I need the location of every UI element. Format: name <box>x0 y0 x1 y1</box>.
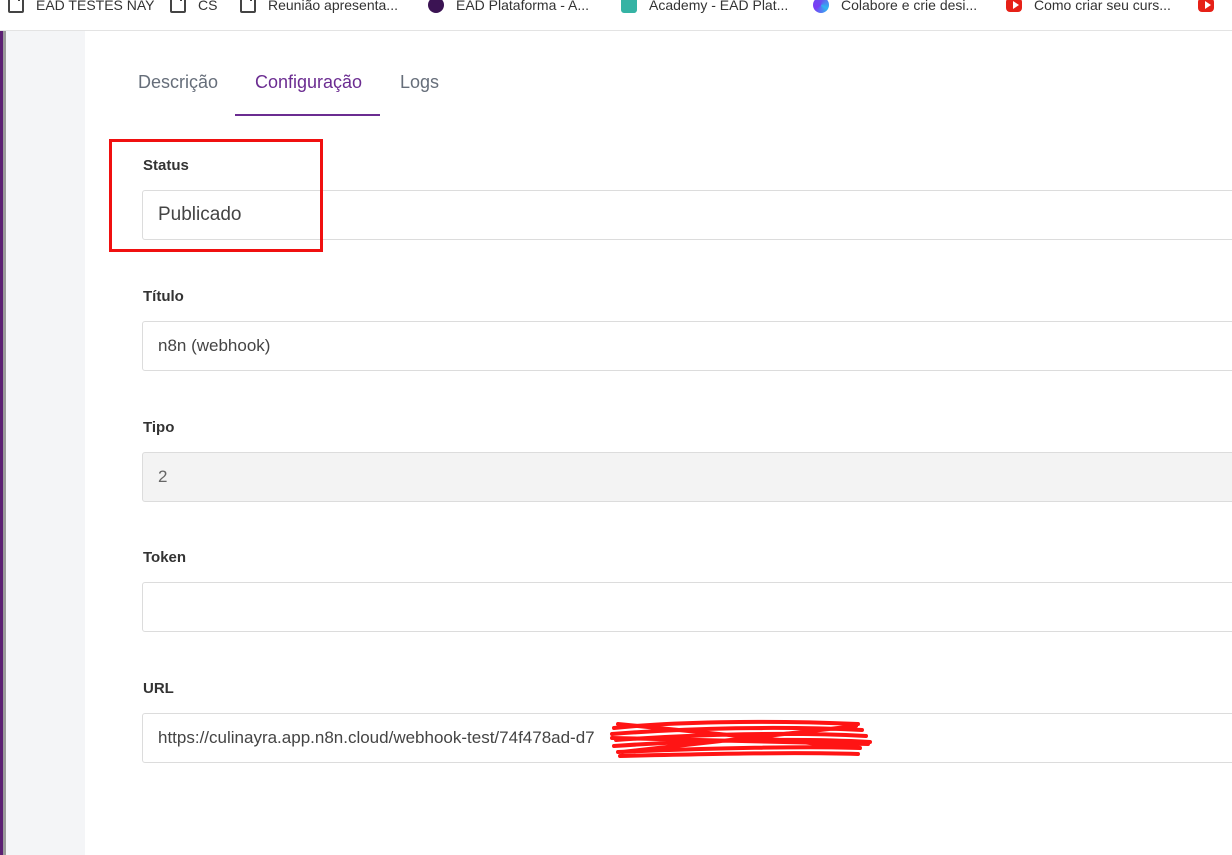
bookmark-label: CS <box>198 0 218 13</box>
title-input[interactable]: n8n (webhook) <box>142 321 1232 371</box>
bookmark-ead-plataforma[interactable]: EAD Plataforma - A... <box>428 0 589 16</box>
youtube-icon <box>1006 0 1022 12</box>
sidebar <box>6 31 85 855</box>
scribble-stroke <box>610 719 872 758</box>
folder-icon <box>8 0 24 13</box>
bookmark-label: EAD TESTES NAY <box>36 0 155 13</box>
status-highlight-annotation <box>109 139 323 252</box>
token-label: Token <box>143 549 187 566</box>
bookmark-label: Academy - EAD Plat... <box>649 0 789 13</box>
tab-descricao[interactable]: Descrição <box>138 72 218 93</box>
folder-icon <box>240 0 256 13</box>
bookmark-como-criar[interactable]: Como criar seu curs... <box>1006 0 1171 16</box>
youtube-icon <box>1198 0 1214 12</box>
bookmark-label: EAD Plataforma - A... <box>456 0 590 13</box>
academy-logo-icon <box>621 0 637 13</box>
url-label: URL <box>143 680 174 697</box>
bookmark-cs[interactable]: CS <box>170 0 217 16</box>
token-input[interactable] <box>142 582 1232 632</box>
tab-configuracao[interactable]: Configuração <box>255 72 362 93</box>
canva-logo-icon <box>813 0 829 13</box>
ead-logo-icon <box>428 0 444 13</box>
bookmark-label: Colabore e crie desi... <box>841 0 978 13</box>
type-input: 2 <box>142 452 1232 502</box>
bookmark-label: Como criar seu curs... <box>1034 0 1171 13</box>
bookmarks-bar: EAD TESTES NAY CS Reunião apresenta... E… <box>0 0 1232 31</box>
folder-icon <box>170 0 186 13</box>
tab-logs[interactable]: Logs <box>400 72 439 93</box>
bookmark-overflow[interactable] <box>1198 0 1226 16</box>
bookmark-label: Reunião apresenta... <box>268 0 398 13</box>
bookmark-reuniao[interactable]: Reunião apresenta... <box>240 0 398 16</box>
bookmark-colabore[interactable]: Colabore e crie desi... <box>813 0 977 16</box>
title-label: Título <box>143 288 184 305</box>
active-tab-indicator <box>235 114 380 116</box>
bookmark-ead-testes-nay[interactable]: EAD TESTES NAY <box>8 0 155 16</box>
type-label: Tipo <box>143 419 175 436</box>
url-redaction-scribble <box>610 719 872 758</box>
bookmark-academy[interactable]: Academy - EAD Plat... <box>621 0 788 16</box>
